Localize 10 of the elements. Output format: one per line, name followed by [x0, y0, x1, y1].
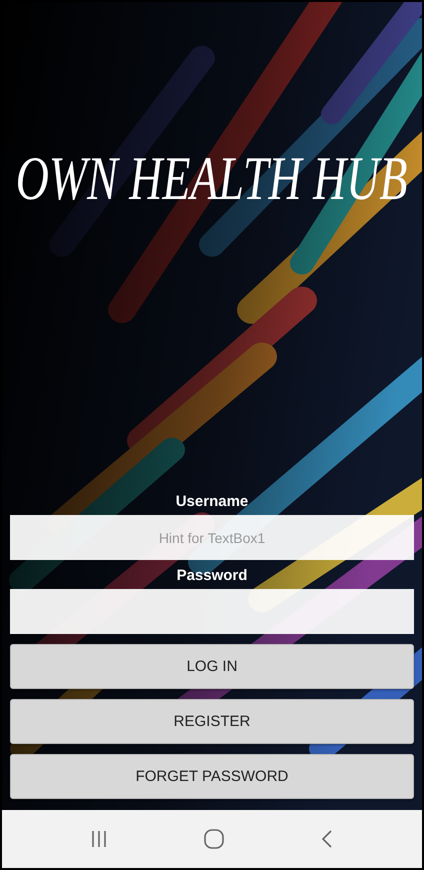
username-label: Username — [176, 492, 248, 512]
recents-icon[interactable] — [90, 830, 107, 848]
password-label: Password — [176, 566, 248, 586]
forget-password-button[interactable]: FORGET PASSWORD — [10, 754, 414, 799]
log-in-button[interactable]: LOG IN — [10, 644, 414, 689]
username-field[interactable]: Hint for TextBox1 — [10, 515, 414, 560]
register-button[interactable]: REGISTER — [10, 699, 414, 744]
password-field[interactable] — [10, 589, 414, 634]
back-icon[interactable] — [321, 830, 334, 848]
home-icon[interactable] — [204, 829, 224, 849]
